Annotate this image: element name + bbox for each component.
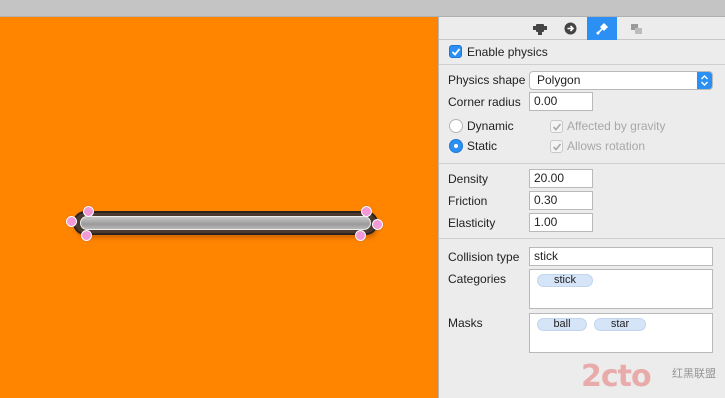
dynamic-label: Dynamic <box>467 119 514 133</box>
category-token[interactable]: stick <box>537 274 593 287</box>
affected-by-gravity-label: Affected by gravity <box>567 119 666 133</box>
mask-token[interactable]: ball <box>537 318 587 331</box>
inspector-tabbar <box>439 17 725 40</box>
polygon-handle[interactable] <box>361 206 372 217</box>
dynamic-radio[interactable] <box>449 119 463 133</box>
static-label: Static <box>467 139 498 153</box>
polygon-handle[interactable] <box>66 216 77 227</box>
watermark-logo: 2cto 红黑联盟 <box>581 360 721 396</box>
elasticity-field[interactable]: 1.00 <box>529 213 593 232</box>
density-label: Density <box>448 172 489 186</box>
polygon-handle[interactable] <box>355 230 366 241</box>
allows-rotation-label: Allows rotation <box>567 139 646 153</box>
physics-shape-value: Polygon <box>537 73 581 87</box>
density-field[interactable]: 20.00 <box>529 169 593 188</box>
checkmark-icon <box>552 143 562 151</box>
friction-field[interactable]: 0.30 <box>529 191 593 210</box>
collision-type-label: Collision type <box>448 250 520 264</box>
physics-pin-icon <box>596 22 608 35</box>
arrow-right-circle-icon <box>564 22 576 35</box>
scene-canvas[interactable] <box>0 17 438 398</box>
section-divider <box>439 64 725 65</box>
layers-icon <box>630 23 642 34</box>
allows-rotation-checkbox <box>550 140 563 153</box>
corner-radius-label: Corner radius <box>448 95 521 109</box>
enable-physics-label: Enable physics <box>467 45 548 59</box>
corner-radius-field[interactable]: 0.00 <box>529 92 593 111</box>
tab-physics[interactable] <box>587 17 617 40</box>
masks-token-field[interactable]: ball star <box>529 313 713 353</box>
affected-by-gravity-checkbox <box>550 120 563 133</box>
masks-label: Masks <box>448 316 483 330</box>
node-icon <box>533 23 547 35</box>
watermark-main: 2cto <box>581 359 652 394</box>
section-divider <box>439 163 725 164</box>
stick-body <box>80 216 371 230</box>
collision-type-field[interactable]: stick <box>529 247 713 266</box>
window-titlebar <box>0 0 725 17</box>
tab-node[interactable] <box>525 17 555 40</box>
enable-physics-checkbox[interactable] <box>449 45 462 58</box>
checkmark-icon <box>451 48 461 56</box>
tab-layers[interactable] <box>621 17 651 40</box>
friction-label: Friction <box>448 194 488 208</box>
select-arrows <box>697 72 712 89</box>
categories-token-field[interactable]: stick <box>529 269 713 309</box>
static-radio[interactable] <box>449 139 463 153</box>
stick-sprite[interactable] <box>73 211 378 235</box>
checkmark-icon <box>552 123 562 131</box>
polygon-handle[interactable] <box>372 219 383 230</box>
tab-actions[interactable] <box>555 17 585 40</box>
watermark-side: 红黑联盟 <box>672 367 716 380</box>
physics-shape-select[interactable]: Polygon <box>529 71 713 90</box>
polygon-handle[interactable] <box>81 230 92 241</box>
physics-shape-label: Physics shape <box>448 73 526 87</box>
inspector-panel: Enable physics Physics shape Polygon Cor… <box>439 17 725 398</box>
polygon-handle[interactable] <box>83 206 94 217</box>
section-divider <box>439 238 725 239</box>
categories-label: Categories <box>448 272 507 286</box>
elasticity-label: Elasticity <box>448 216 496 230</box>
mask-token[interactable]: star <box>594 318 646 331</box>
chevron-updown-icon <box>701 75 708 86</box>
